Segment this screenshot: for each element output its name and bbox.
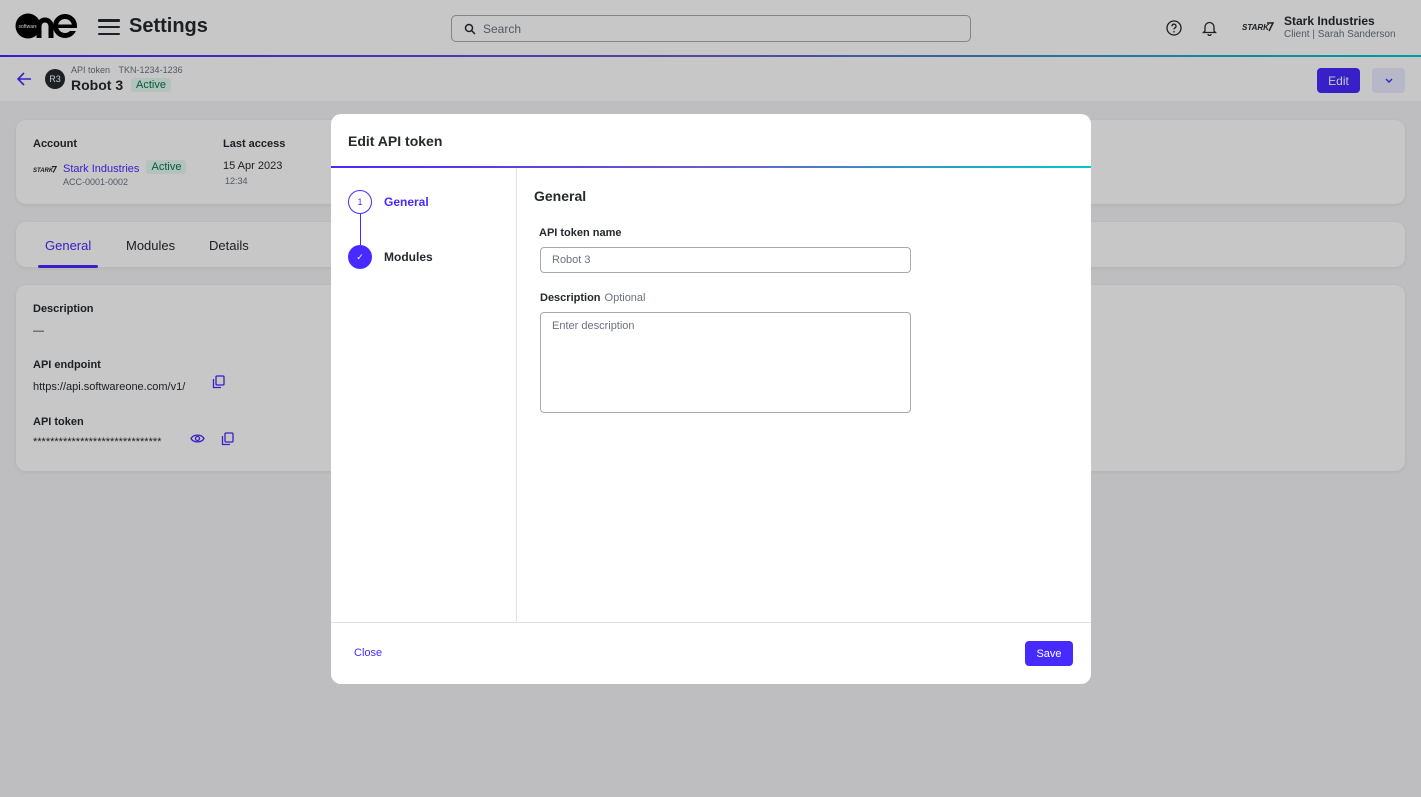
edit-api-token-dialog: Edit API token 1 ✓ General Modules Gener… — [331, 114, 1091, 684]
description-field-label: Description Optional — [540, 292, 646, 304]
dialog-footer: Close Save — [331, 622, 1091, 684]
dialog-title: Edit API token — [348, 133, 443, 149]
description-label-text: Description — [540, 292, 601, 304]
section-title: General — [534, 188, 587, 204]
description-textarea[interactable] — [540, 312, 911, 413]
api-token-name-input[interactable] — [540, 247, 911, 273]
step-modules-check-icon[interactable]: ✓ — [348, 245, 372, 269]
step-connector — [360, 214, 361, 245]
api-token-name-label: API token name — [539, 227, 622, 239]
close-button[interactable]: Close — [348, 643, 388, 663]
step-general-label[interactable]: General — [384, 195, 429, 209]
optional-hint: Optional — [604, 292, 646, 304]
wizard-stepper: 1 ✓ General Modules — [331, 168, 517, 622]
step-general-indicator[interactable]: 1 — [348, 190, 372, 214]
step-modules-label[interactable]: Modules — [384, 250, 433, 264]
save-button[interactable]: Save — [1025, 641, 1073, 666]
